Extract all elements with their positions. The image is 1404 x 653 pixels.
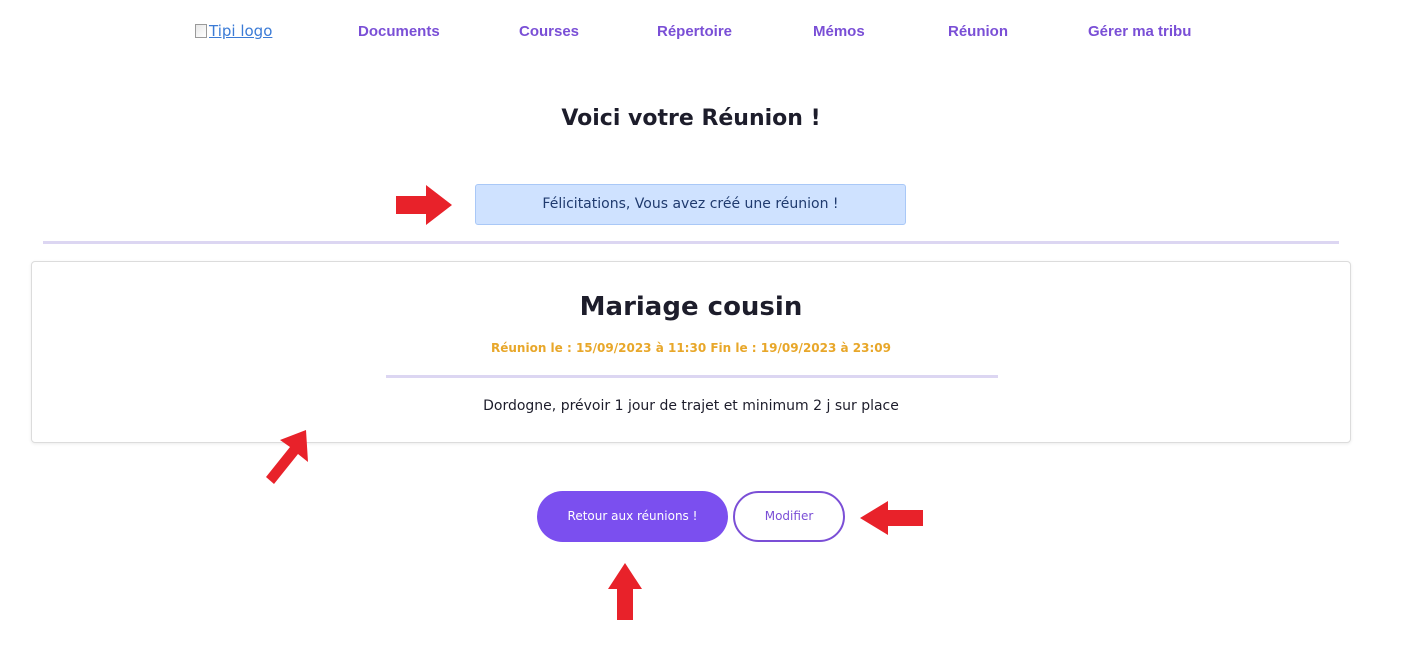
meeting-title: Mariage cousin — [579, 292, 803, 322]
arrow-left-icon — [860, 501, 923, 535]
meeting-card: Mariage cousin Réunion le : 15/09/2023 à… — [31, 261, 1351, 443]
arrow-up-icon — [608, 563, 642, 620]
card-divider — [386, 375, 998, 378]
logo-link[interactable]: Tipi logo — [195, 22, 272, 40]
nav-item-memos[interactable]: Mémos — [813, 23, 865, 40]
nav-item-courses[interactable]: Courses — [519, 23, 579, 40]
nav-item-documents[interactable]: Documents — [358, 23, 440, 40]
nav-item-repertoire[interactable]: Répertoire — [657, 23, 732, 40]
nav-item-reunion[interactable]: Réunion — [948, 23, 1008, 40]
back-to-meetings-button[interactable]: Retour aux réunions ! — [537, 491, 728, 542]
section-divider — [43, 241, 1339, 244]
arrow-up-right-icon — [266, 430, 308, 484]
nav-item-gerer-tribu[interactable]: Gérer ma tribu — [1088, 23, 1191, 40]
top-nav: Tipi logo Documents Courses Répertoire M… — [0, 18, 1404, 46]
page: Tipi logo Documents Courses Répertoire M… — [0, 0, 1404, 653]
meeting-description: Dordogne, prévoir 1 jour de trajet et mi… — [483, 398, 899, 414]
meeting-dates: Réunion le : 15/09/2023 à 11:30 Fin le :… — [491, 341, 891, 355]
logo-alt-text: Tipi logo — [209, 22, 273, 40]
page-title: Voici votre Réunion ! — [561, 106, 821, 131]
success-alert: Félicitations, Vous avez créé une réunio… — [475, 184, 906, 225]
arrow-right-icon — [396, 185, 452, 225]
broken-image-icon — [195, 24, 207, 38]
edit-button[interactable]: Modifier — [733, 491, 845, 542]
